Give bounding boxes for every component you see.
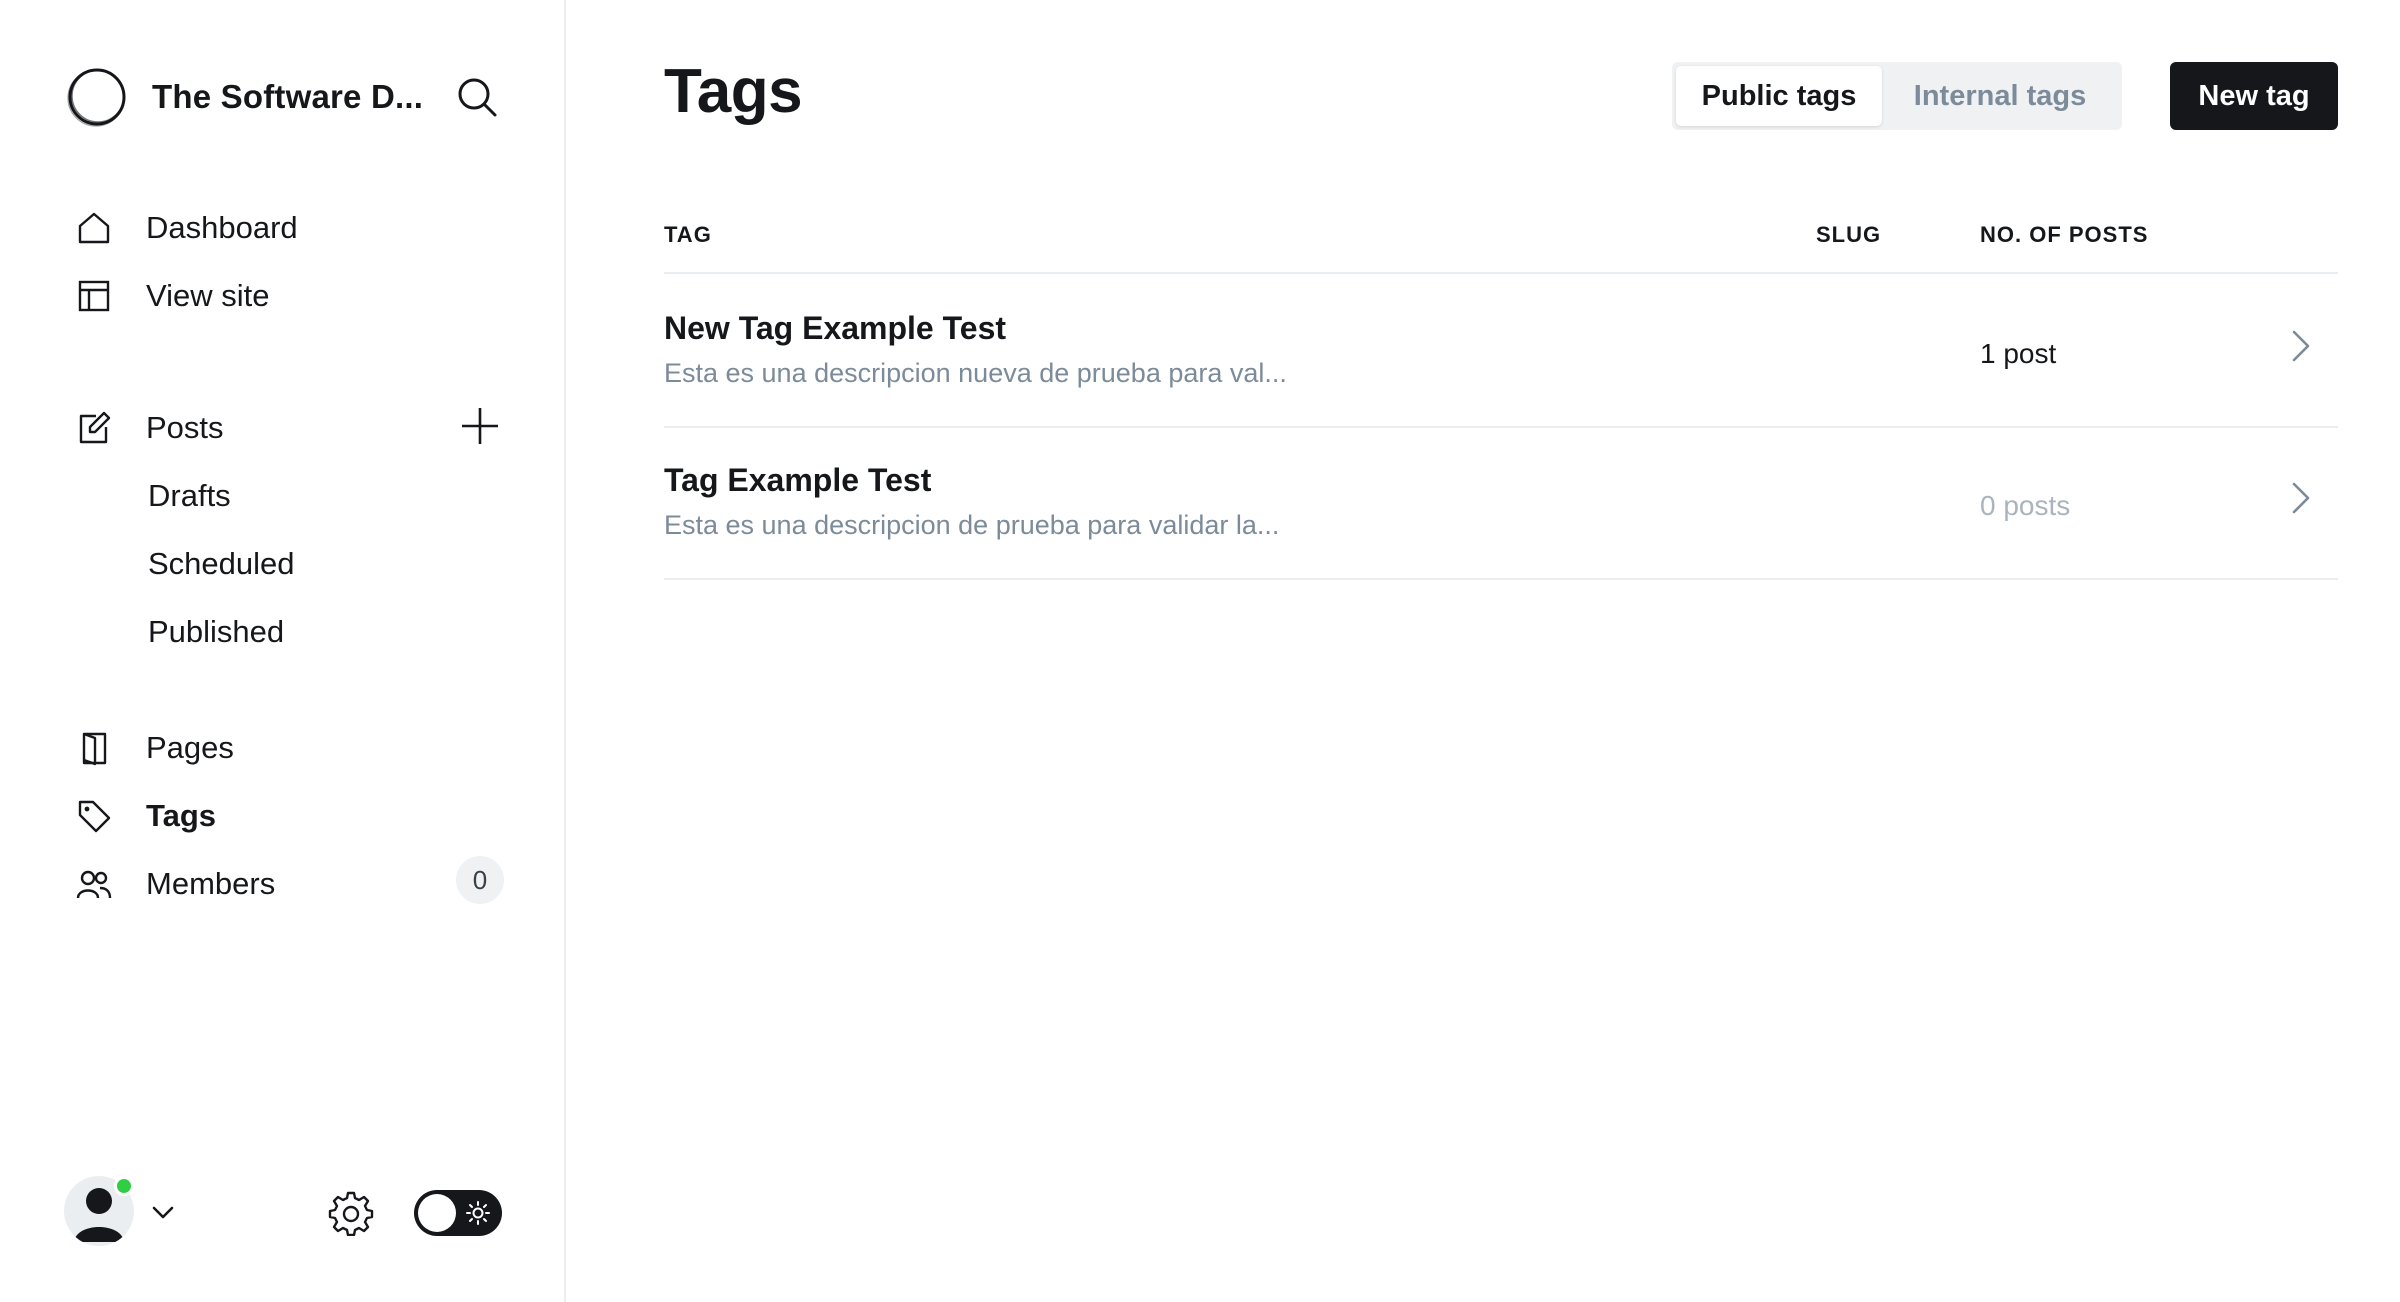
nav-item-pages[interactable]: Pages: [74, 724, 234, 772]
plus-icon[interactable]: [458, 404, 502, 448]
app: The Software D... Dashboard View site Po…: [0, 0, 2400, 1302]
nav-item-published[interactable]: Published: [148, 608, 284, 656]
members-icon: [74, 864, 114, 904]
nav-label-posts: Posts: [146, 410, 224, 445]
tag-type-switcher: Public tags Internal tags: [1672, 62, 2122, 130]
tag-name[interactable]: Tag Example Test: [664, 462, 931, 499]
layout-icon: [74, 276, 114, 316]
tag-description: Esta es una descripcion de prueba para v…: [664, 510, 1280, 540]
theme-toggle[interactable]: [414, 1190, 502, 1236]
tag-icon: [74, 796, 114, 836]
user-menu[interactable]: [64, 1176, 184, 1248]
book-icon: [74, 728, 114, 768]
nav-item-tags[interactable]: Tags: [74, 792, 216, 840]
table-row[interactable]: Tag Example Test Esta es una descripcion…: [664, 428, 2338, 580]
table-row[interactable]: New Tag Example Test Esta es una descrip…: [664, 276, 2338, 428]
nav-item-drafts[interactable]: Drafts: [148, 472, 231, 520]
column-header-tag: TAG: [664, 222, 712, 247]
main-content: Tags Public tags Internal tags New tag T…: [566, 0, 2400, 1302]
tag-name[interactable]: New Tag Example Test: [664, 310, 1006, 347]
site-logo-icon[interactable]: [66, 66, 128, 128]
nav-item-members[interactable]: Members: [74, 860, 275, 908]
chevron-down-icon: [152, 1206, 174, 1219]
column-header-posts: NO. OF POSTS: [1980, 222, 2149, 247]
column-header-slug: SLUG: [1816, 222, 1882, 247]
chevron-right-icon[interactable]: [2280, 478, 2320, 518]
nav-item-dashboard[interactable]: Dashboard: [74, 204, 298, 252]
chevron-right-icon[interactable]: [2280, 326, 2320, 366]
tag-post-count[interactable]: 0 posts: [1980, 490, 2070, 522]
tab-public-tags[interactable]: Public tags: [1676, 66, 1882, 126]
tag-post-count[interactable]: 1 post: [1980, 338, 2056, 370]
sidebar: The Software D... Dashboard View site Po…: [0, 0, 566, 1302]
gear-icon[interactable]: [328, 1190, 374, 1236]
nav-label-pages: Pages: [146, 730, 234, 765]
page-title: Tags: [664, 57, 803, 126]
table-header: TAG SLUG NO. OF POSTS: [664, 212, 2338, 274]
nav-label-dashboard: Dashboard: [146, 210, 298, 245]
nav-item-view-site[interactable]: View site: [74, 272, 270, 320]
home-icon: [74, 208, 114, 248]
toggle-knob: [418, 1194, 456, 1232]
tab-internal-tags[interactable]: Internal tags: [1882, 66, 2118, 126]
sun-icon: [466, 1201, 490, 1225]
nav-item-scheduled[interactable]: Scheduled: [148, 540, 295, 588]
site-header: The Software D...: [66, 64, 506, 130]
online-status-dot: [114, 1176, 134, 1196]
new-tag-button[interactable]: New tag: [2170, 62, 2338, 130]
edit-icon: [74, 408, 114, 448]
nav-item-posts[interactable]: Posts: [74, 404, 224, 452]
nav-label-members: Members: [146, 866, 276, 901]
tag-description: Esta es una descripcion nueva de prueba …: [664, 358, 1287, 388]
nav-label-tags: Tags: [146, 798, 217, 833]
members-count-badge: 0: [456, 856, 504, 904]
nav-label-view-site: View site: [146, 278, 270, 313]
search-icon[interactable]: [454, 74, 500, 120]
site-title[interactable]: The Software D...: [152, 78, 432, 116]
